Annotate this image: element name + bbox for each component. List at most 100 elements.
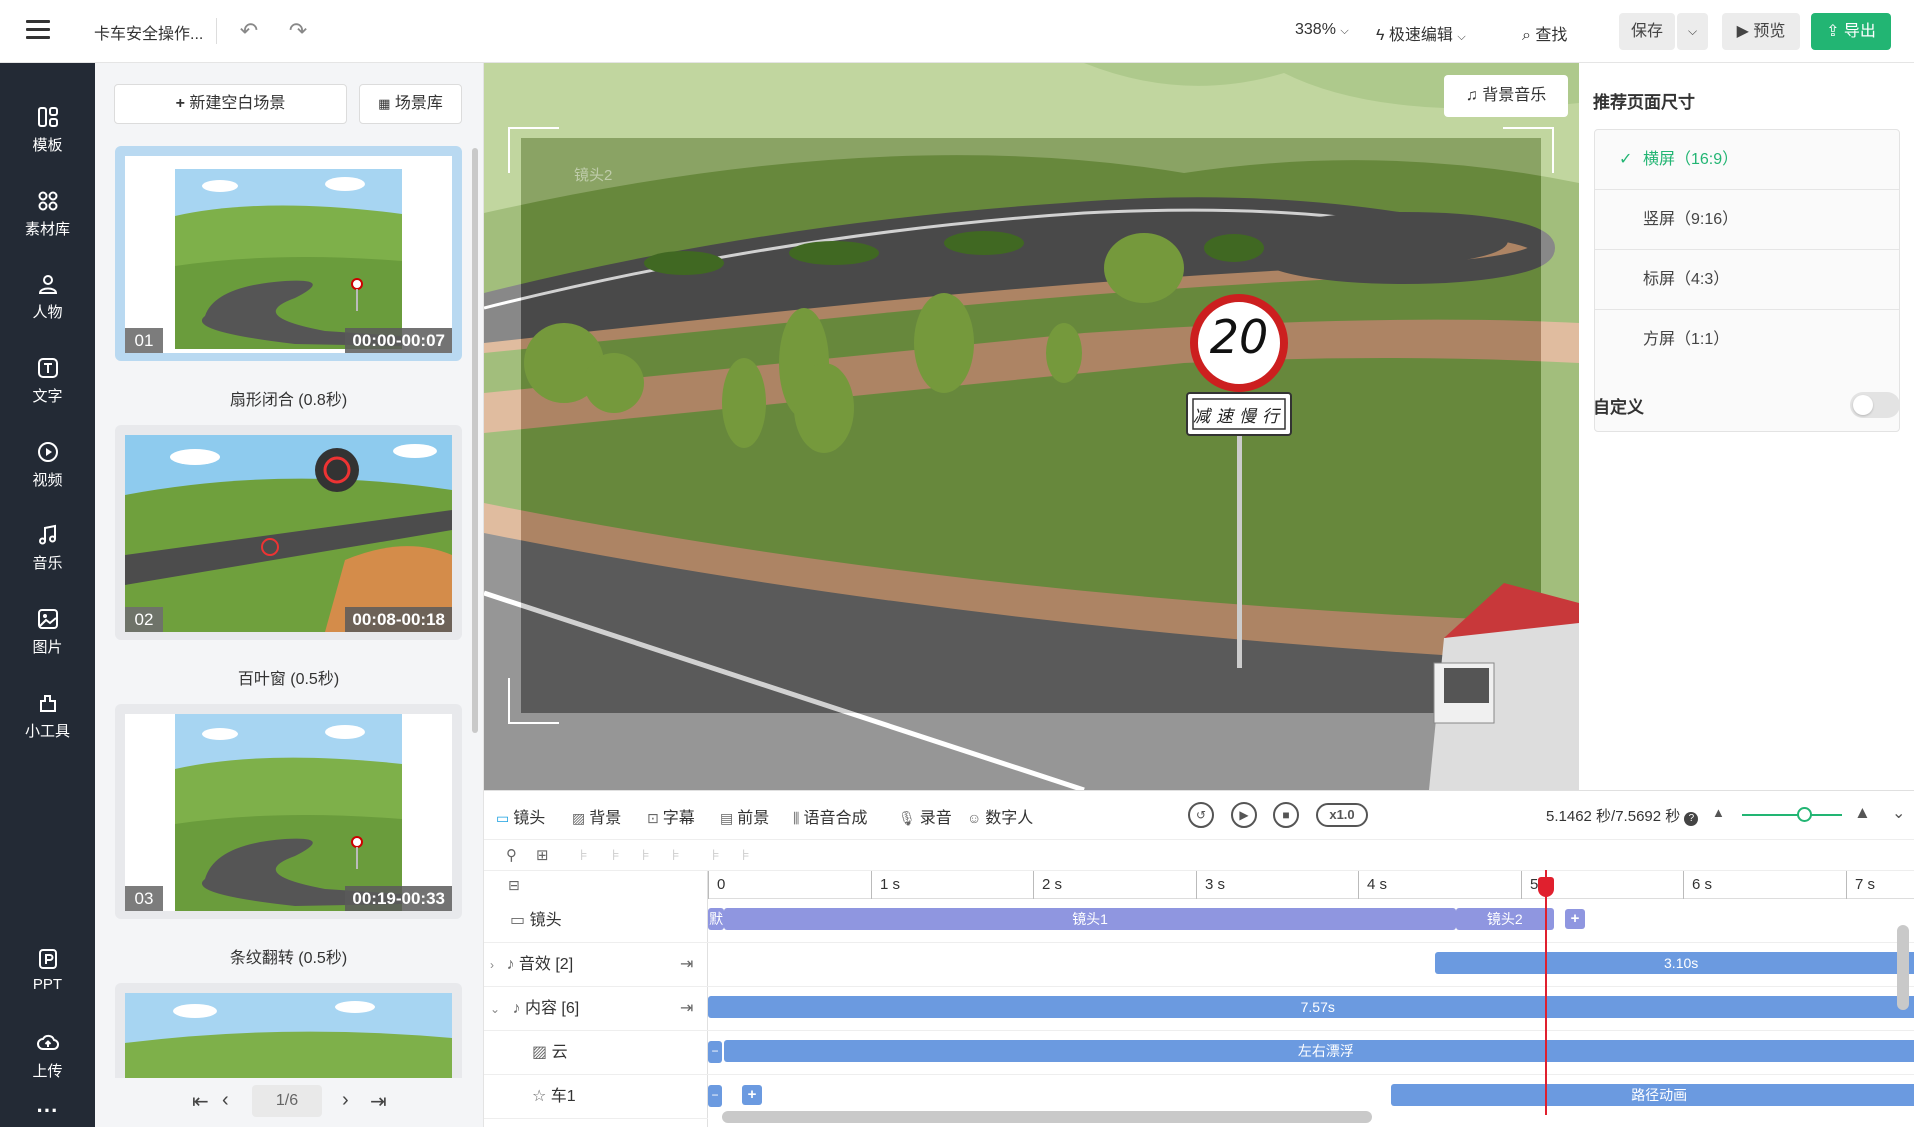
sidebar-item-upload[interactable]: 上传 — [0, 1031, 95, 1101]
playhead-line[interactable] — [1545, 870, 1548, 1115]
sidebar-item-tool[interactable]: 小工具 — [0, 691, 95, 761]
find-button[interactable]: ⌕ 查找 — [1522, 21, 1567, 45]
track-label-sound[interactable]: › ♪ 音效 [2] ⇥ — [484, 943, 708, 987]
clip-camera-2[interactable]: 镜头2 — [1455, 908, 1554, 930]
align-tool-icon[interactable]: ⊞ — [536, 846, 549, 864]
scene-transition-label[interactable]: 百叶窗 (0.5秒) — [115, 665, 462, 689]
help-icon[interactable]: ? — [1684, 812, 1699, 826]
align-center-icon[interactable]: ⊧ — [612, 846, 620, 864]
clip-sound[interactable]: 3.10s — [1434, 952, 1914, 974]
size-option-portrait[interactable]: 竖屏（9:16） — [1595, 190, 1899, 250]
scene-card-2[interactable]: 02 00:08-00:18 — [115, 425, 462, 640]
enter-icon[interactable]: ⇥ — [680, 943, 693, 987]
scene-card-1[interactable]: 01 00:00-00:07 — [115, 146, 462, 361]
zoom-slider-track[interactable] — [1742, 814, 1842, 816]
new-blank-scene-button[interactable]: + 新建空白场景 — [114, 84, 347, 124]
background-music-button[interactable]: ♫ 背景音乐 — [1444, 75, 1568, 117]
play-icon[interactable]: ▶ — [1231, 802, 1257, 828]
timeline-horizontal-scrollbar[interactable] — [722, 1111, 1372, 1123]
tab-background[interactable]: ▨ 背景 — [572, 804, 621, 828]
scene-thumbnail — [125, 435, 452, 632]
clip-camera-1[interactable]: 镜头1 — [724, 908, 1456, 930]
sidebar-item-person[interactable]: 人物 — [0, 272, 95, 342]
sidebar-item-music[interactable]: 音乐 — [0, 523, 95, 593]
first-page-icon[interactable]: ⇤ — [192, 1089, 209, 1114]
size-option-landscape[interactable]: ✓ 横屏（16:9） — [1595, 130, 1899, 190]
hamburger-menu-icon[interactable] — [26, 20, 50, 42]
redo-icon[interactable]: ↷ — [283, 16, 313, 46]
playhead-handle[interactable] — [1538, 877, 1555, 897]
prev-page-icon[interactable]: ‹ — [222, 1089, 229, 1112]
tab-camera[interactable]: ▭ 镜头 — [496, 804, 545, 828]
next-page-icon[interactable]: › — [342, 1089, 349, 1112]
last-page-icon[interactable]: ⇥ — [370, 1089, 387, 1114]
entry-animation-marker[interactable]: − — [708, 1041, 722, 1063]
scene-card-4[interactable] — [115, 983, 462, 1078]
custom-size-toggle[interactable] — [1850, 392, 1900, 418]
scene-library-button[interactable]: ▦ 场景库 — [359, 84, 462, 124]
sidebar-item-template[interactable]: 模板 — [0, 105, 95, 175]
filter-icon[interactable]: ⚲ — [506, 846, 517, 864]
zoom-out-mountain-icon[interactable]: ▲ — [1712, 805, 1725, 820]
sidebar-item-ppt[interactable]: PPT — [0, 947, 95, 1017]
scene-transition-label[interactable]: 扇形闭合 (0.8秒) — [115, 386, 462, 410]
save-button[interactable]: 保存 — [1619, 13, 1675, 50]
clip-float-animation[interactable]: 左右漂浮 — [724, 1040, 1914, 1062]
edit-mode-select[interactable]: ϟ 极速编辑 ⌵ — [1376, 21, 1466, 45]
track-layout-icon[interactable]: ⊟ — [508, 877, 520, 894]
editor-canvas[interactable]: 20 减速慢行 镜头2 ♫ 背景音乐 — [484, 63, 1579, 790]
scene-transition-label[interactable]: 条纹翻转 (0.5秒) — [115, 944, 462, 968]
save-dropdown-chevron-icon[interactable]: ⌵ — [1677, 13, 1708, 50]
zoom-in-mountain-icon[interactable]: ▲ — [1854, 803, 1871, 823]
speed-limit-sign[interactable]: 20 — [1187, 310, 1291, 364]
zoom-slider-handle[interactable] — [1797, 807, 1812, 822]
undo-icon[interactable]: ↶ — [234, 16, 264, 46]
scene-list-scrollbar[interactable] — [472, 148, 478, 733]
slow-down-sign[interactable]: 减速慢行 — [1187, 402, 1291, 427]
tab-speech-synthesis[interactable]: ⫼ 语音合成 — [793, 804, 867, 828]
lightning-icon: ϟ — [1376, 27, 1385, 44]
replay-icon[interactable]: ↺ — [1188, 802, 1214, 828]
document-title[interactable]: 卡车安全操作... — [94, 20, 203, 44]
collapse-chevron-icon[interactable]: ⌄ — [490, 1002, 500, 1016]
entry-animation-marker[interactable]: − — [708, 1085, 722, 1107]
tab-foreground[interactable]: ▤ 前景 — [720, 804, 769, 828]
sidebar-item-text[interactable]: 文字 — [0, 356, 95, 426]
playback-speed-button[interactable]: x1.0 — [1316, 803, 1368, 827]
group-icon[interactable]: ⊧ — [712, 846, 720, 864]
track-label-cloud[interactable]: ▨ 云 — [484, 1031, 708, 1075]
ungroup-icon[interactable]: ⊧ — [742, 846, 750, 864]
clip-content[interactable]: 7.57s — [708, 996, 1914, 1018]
sidebar-item-video[interactable]: 视频 — [0, 440, 95, 510]
size-option-square[interactable]: 方屏（1:1） — [1595, 310, 1899, 370]
timeline-vertical-scrollbar[interactable] — [1897, 925, 1909, 1010]
align-right-icon[interactable]: ⊧ — [642, 846, 650, 864]
clip-default[interactable]: 默 — [708, 908, 725, 930]
align-left-icon[interactable]: ⊧ — [580, 846, 588, 864]
collapse-chevron-icon[interactable]: ⌄ — [1892, 803, 1905, 823]
add-camera-button[interactable]: + — [1565, 909, 1585, 929]
sidebar-item-image[interactable]: 图片 — [0, 607, 95, 677]
size-option-standard[interactable]: 标屏（4:3） — [1595, 250, 1899, 310]
scene-card-3[interactable]: 03 00:19-00:33 — [115, 704, 462, 919]
more-icon[interactable]: ··· — [0, 1098, 95, 1124]
clip-path-animation[interactable]: 路径动画 — [1390, 1084, 1914, 1106]
time-ruler[interactable]: 0 1 s 2 s 3 s 4 s 5 6 s 7 s — [708, 871, 1914, 899]
zoom-select[interactable]: 338% ⌵ — [1295, 21, 1349, 39]
stop-icon[interactable]: ■ — [1273, 802, 1299, 828]
track-label-camera[interactable]: ▭ 镜头 — [484, 899, 708, 943]
export-button[interactable]: ⇪ 导出 — [1811, 13, 1891, 50]
page-indicator[interactable]: 1/6 — [252, 1085, 322, 1117]
add-animation-button[interactable]: + — [742, 1085, 762, 1105]
track-label-content[interactable]: ⌄ ♪ 内容 [6] ⇥ — [484, 987, 708, 1031]
tab-subtitle[interactable]: ⊡ 字幕 — [647, 804, 695, 828]
tab-recording[interactable]: 🎙 录音 — [898, 804, 952, 828]
track-label-car[interactable]: ☆ 车1 — [484, 1075, 708, 1119]
expand-chevron-icon[interactable]: › — [490, 958, 494, 972]
tab-digital-human[interactable]: ☺ 数字人 — [967, 804, 1033, 828]
enter-icon[interactable]: ⇥ — [680, 987, 693, 1031]
preview-button[interactable]: ▶ 预览 — [1722, 13, 1800, 50]
sidebar-item-material[interactable]: 素材库 — [0, 189, 95, 259]
distribute-icon[interactable]: ⊧ — [672, 846, 680, 864]
ruler-tick: 6 s — [1683, 871, 1712, 899]
